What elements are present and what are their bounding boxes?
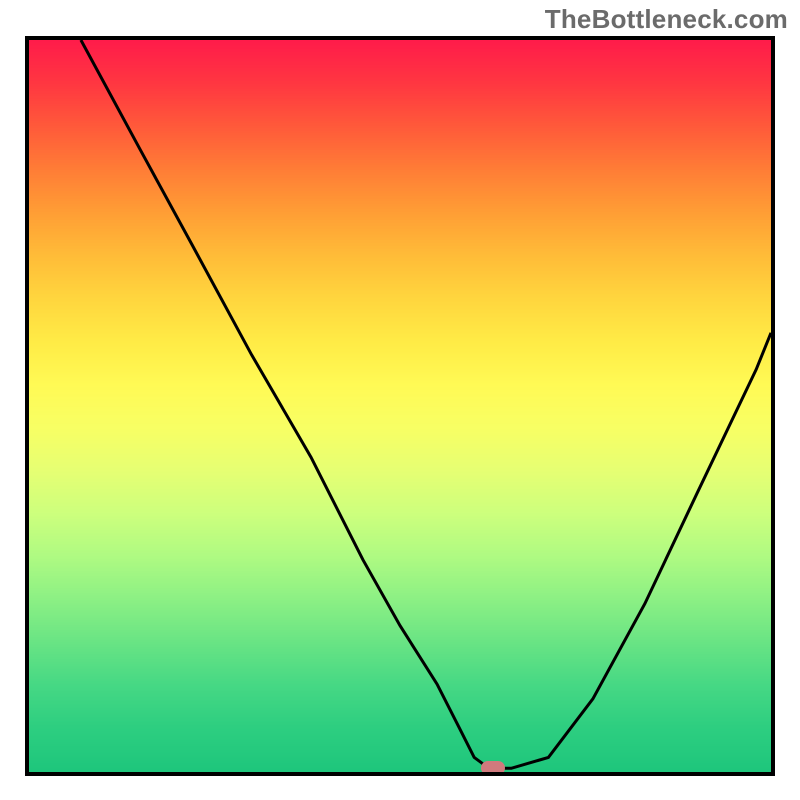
watermark-text: TheBottleneck.com bbox=[545, 4, 788, 35]
chart-frame: TheBottleneck.com bbox=[0, 0, 800, 800]
data-curve bbox=[81, 40, 771, 768]
plot-area bbox=[25, 36, 775, 776]
curve-layer bbox=[29, 40, 771, 772]
optimum-marker bbox=[481, 761, 505, 775]
